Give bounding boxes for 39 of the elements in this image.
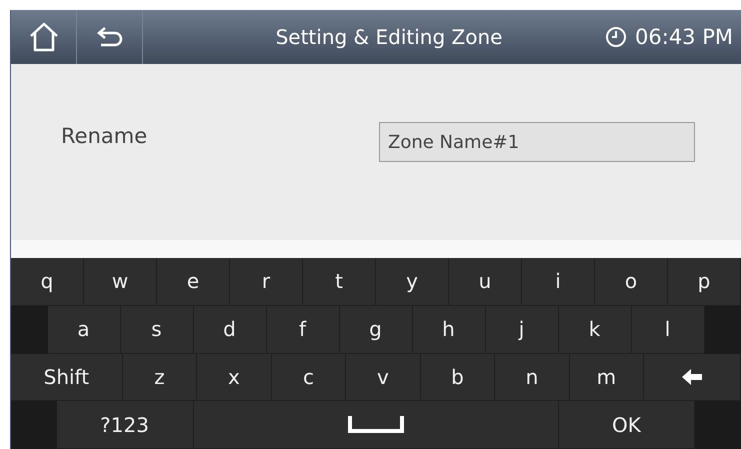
keyboard-key[interactable]: q	[11, 258, 84, 306]
keyboard-key[interactable]: a	[48, 306, 120, 354]
left-arrow-icon	[682, 368, 702, 385]
keyboard-key[interactable]: m	[570, 354, 644, 402]
keyboard-key[interactable]: l	[632, 306, 704, 354]
space-bar-icon	[348, 416, 404, 434]
backspace-key[interactable]	[644, 354, 741, 402]
clock-icon	[605, 26, 628, 48]
back-icon	[94, 26, 124, 48]
rename-label: Rename	[61, 124, 148, 148]
keyboard-key[interactable]: y	[376, 258, 449, 306]
home-icon	[28, 22, 60, 52]
keyboard-key[interactable]: p	[668, 258, 741, 306]
keyboard-key[interactable]: e	[157, 258, 230, 306]
screen-title: Setting & Editing Zone	[274, 25, 504, 49]
keyboard-key[interactable]: i	[522, 258, 595, 306]
keyboard-key[interactable]: c	[272, 354, 346, 402]
keyboard-key[interactable]: k	[558, 306, 632, 354]
keyboard-key[interactable]: u	[449, 258, 522, 306]
keyboard-key[interactable]: f	[266, 306, 340, 354]
keyboard-key[interactable]: w	[84, 258, 157, 306]
clock-time: 06:43 PM	[635, 25, 733, 49]
keyboard-key[interactable]: x	[197, 354, 272, 402]
keyboard-key[interactable]: g	[340, 306, 412, 354]
keyboard-key[interactable]: OK	[558, 401, 696, 449]
keyboard-key[interactable]: z	[122, 354, 198, 402]
keyboard-key[interactable]: t	[303, 258, 376, 306]
keyboard-key[interactable]: j	[486, 306, 558, 354]
keyboard-key[interactable]: n	[495, 354, 570, 402]
keyboard-key[interactable]: s	[120, 306, 194, 354]
keyboard-key[interactable]: v	[346, 354, 421, 402]
keyboard-key[interactable]: ?123	[56, 401, 194, 449]
keyboard-key[interactable]: o	[595, 258, 668, 306]
name-input-field[interactable]: Zone Name#1	[379, 122, 695, 162]
keyboard-key[interactable]: r	[230, 258, 303, 306]
keyboard-key[interactable]: b	[420, 354, 496, 402]
keyboard-key[interactable]: Shift	[11, 354, 123, 402]
keyboard-key[interactable]: h	[412, 306, 486, 354]
keyboard-key[interactable]: d	[194, 306, 266, 354]
